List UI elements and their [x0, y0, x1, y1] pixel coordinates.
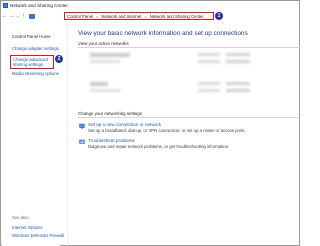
title-bar: Network and Sharing Center [1, 1, 299, 10]
network-name-redacted [90, 53, 130, 57]
new-connection-icon [79, 123, 85, 129]
sidebar-internet-options[interactable]: Internet Options [12, 225, 43, 230]
troubleshoot-problems-link[interactable]: Troubleshoot problems [88, 138, 229, 143]
breadcrumb-network-sharing-center[interactable]: Network and Sharing Center [150, 14, 204, 19]
page-title: View your basic network information and … [78, 30, 248, 37]
breadcrumb-control-panel[interactable]: Control Panel [67, 14, 93, 19]
up-arrow-icon[interactable]: ↑ [20, 11, 27, 21]
sidebar-media-streaming-options[interactable]: Media streaming options [12, 71, 59, 76]
sidebar-control-panel-home[interactable]: Control Panel Home [12, 34, 51, 39]
task-troubleshoot[interactable]: Troubleshoot problems Diagnose and repai… [79, 138, 230, 149]
connections-label-redacted [198, 60, 220, 63]
sidebar-windows-defender-firewall[interactable]: Windows Defender Firewall [12, 233, 64, 238]
see-also-label: See also [12, 215, 29, 220]
connections-label-redacted [198, 89, 220, 92]
network-name-redacted [90, 82, 108, 86]
active-networks-label: View your active networks [78, 41, 129, 46]
breadcrumb-separator-icon[interactable]: > [96, 14, 98, 19]
section-divider [78, 117, 300, 118]
active-network-entry-blurred [78, 79, 300, 109]
troubleshoot-icon [79, 139, 85, 144]
troubleshoot-description: Diagnose and repair network problems, or… [88, 144, 230, 149]
window-title: Network and Sharing Center [10, 3, 68, 8]
forward-arrow-icon[interactable]: → [8, 11, 15, 21]
setup-connection-description: Set up a broadband, dial-up, or VPN conn… [88, 128, 246, 133]
callout-badge-1: 1 [215, 12, 223, 20]
network-type-redacted [90, 60, 120, 63]
back-arrow-icon[interactable]: ← [1, 11, 8, 21]
sidebar: Control Panel Home Change adapter settin… [2, 22, 64, 246]
network-app-icon [3, 3, 8, 8]
sidebar-change-adapter-settings[interactable]: Change adapter settings [12, 46, 59, 51]
breadcrumb-network-internet[interactable]: Network and Internet [101, 14, 141, 19]
section-divider [78, 47, 300, 48]
network-sharing-center-window: Network and Sharing Center ← → ⌄ ↑ Contr… [0, 0, 300, 246]
connections-value-redacted[interactable] [226, 60, 250, 63]
callout-badge-2: 2 [55, 55, 63, 63]
control-panel-icon [29, 13, 35, 19]
active-network-entry-blurred [78, 50, 300, 80]
access-type-label-redacted [198, 82, 220, 85]
access-type-value-redacted [226, 53, 250, 56]
setup-connection-link[interactable]: Set up a new connection or network [88, 122, 246, 127]
networking-settings-label: Change your networking settings [78, 111, 142, 116]
access-type-value-redacted [226, 82, 250, 85]
access-type-label-redacted [198, 53, 220, 56]
breadcrumb: Control Panel > Network and Internet > N… [64, 12, 214, 20]
network-type-redacted [90, 89, 120, 92]
connections-value-redacted[interactable] [226, 89, 250, 92]
main-pane: View your basic network information and … [68, 22, 300, 246]
task-new-connection[interactable]: Set up a new connection or network Set u… [79, 122, 246, 133]
breadcrumb-separator-icon[interactable]: > [144, 14, 146, 19]
sidebar-change-advanced-sharing-settings[interactable]: Change advanced sharing settings [10, 55, 54, 70]
